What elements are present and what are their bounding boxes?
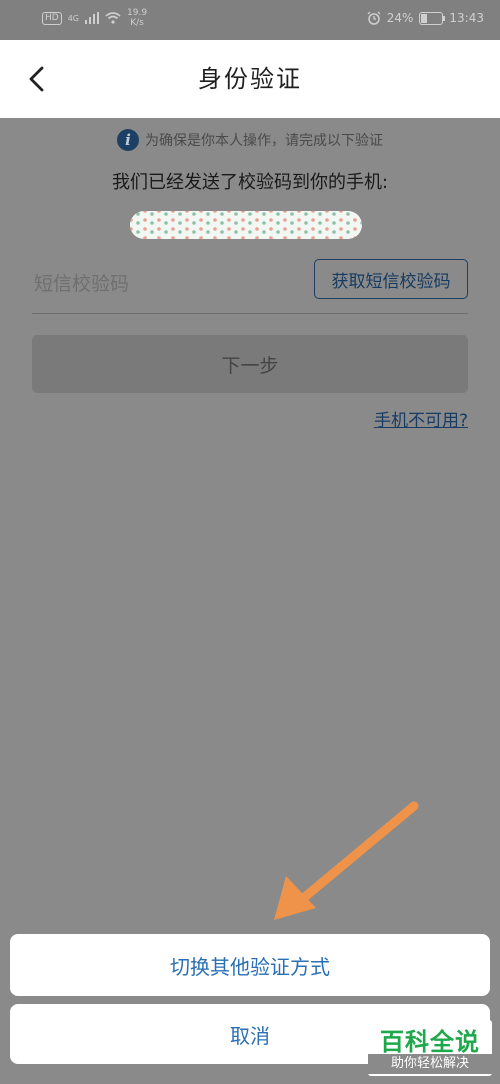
sent-notice: 我们已经发送了校验码到你的手机: [111, 172, 389, 193]
status-time: 13:43 [449, 11, 484, 25]
switch-verification-method-button[interactable]: 切换其他验证方式 [10, 934, 490, 996]
speed-value: 19.9 [127, 8, 148, 18]
next-step-button[interactable]: 下一步 [32, 335, 468, 393]
battery-fill [421, 13, 427, 23]
title-bar: 身份验证 [0, 40, 500, 118]
page-title: 身份验证 [198, 65, 302, 93]
hd-badge: HD [42, 11, 62, 25]
watermark-subtitle: 助你轻松解决 [368, 1054, 492, 1074]
status-right: 24% 13:43 [367, 11, 484, 25]
input-divider [32, 313, 468, 314]
wifi-icon [105, 12, 121, 24]
arrow-annotation [274, 801, 419, 920]
battery-percent: 24% [386, 11, 414, 25]
watermark-logo: 百科全说 助你轻松解决 [368, 1020, 492, 1076]
watermark-title: 百科全说 [380, 1028, 480, 1056]
get-sms-code-button[interactable]: 获取短信校验码 [314, 259, 468, 299]
info-text: 为确保是你本人操作，请完成以下验证 [145, 133, 383, 149]
status-bar: HD 4G 19.9 K/s 24% 13:43 [0, 0, 500, 40]
sms-code-input[interactable] [32, 262, 306, 306]
battery-icon [419, 11, 446, 25]
speed-unit: K/s [130, 18, 144, 28]
status-left: HD 4G 19.9 K/s [42, 8, 147, 28]
masked-phone-number [130, 211, 362, 239]
info-row: i 为确保是你本人操作，请完成以下验证 [0, 126, 500, 154]
alarm-icon [367, 11, 381, 25]
signal-icon [85, 12, 99, 24]
info-icon: i [117, 129, 139, 151]
network-type: 4G [67, 13, 79, 23]
phone-unavailable-link[interactable]: 手机不可用? [374, 406, 468, 431]
network-speed: 19.9 K/s [127, 8, 147, 28]
